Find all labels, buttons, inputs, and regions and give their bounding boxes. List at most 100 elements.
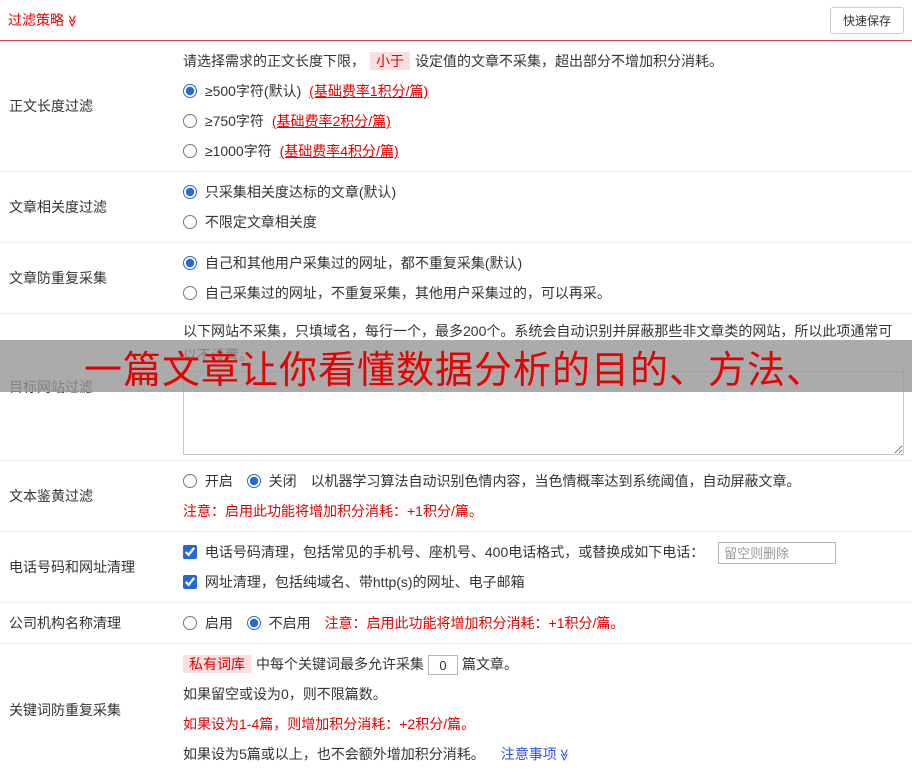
row-relevance-filter: 文章相关度过滤 只采集相关度达标的文章(默认) 不限定文章相关度 [0,172,912,243]
keyword-limit-row: 私有词库中每个关键词最多允许采集 篇文章。 [183,649,906,679]
company-on-radio[interactable] [183,616,197,630]
body-length-option-1000[interactable]: ≥1000字符 (基础费率4积分/篇) [183,143,399,159]
porn-filter-off-radio[interactable] [246,474,261,488]
company-off-radio[interactable] [246,616,261,630]
relevance-unlimited-text: 不限定文章相关度 [204,214,317,230]
body-length-500-text: ≥500字符(默认) [204,83,302,99]
intro-text-post: 设定值的文章不采集，超出部分不增加积分消耗。 [415,53,723,69]
dedup-all-users-text: 自己和其他用户采集过的网址，都不重复采集(默认) [204,255,523,271]
company-label: 公司机构名称清理 [9,615,121,631]
keyword-limit-end: 篇文章。 [462,656,518,672]
body-length-1000-fee: (基础费率4积分/篇) [279,143,399,159]
porn-filter-on-radio[interactable] [183,474,197,488]
chevron-down-icon: ≫ [65,14,80,28]
porn-filter-off-option[interactable]: 关闭 [246,473,301,489]
relevance-label: 文章相关度过滤 [9,199,107,215]
row-phone-url-cleanup: 电话号码和网址清理 电话号码清理，包括常见的手机号、座机号、400电话格式，或替… [0,532,912,603]
row-dedup-filter: 文章防重复采集 自己和其他用户采集过的网址，都不重复采集(默认) 自己采集过的网… [0,243,912,314]
company-on-option[interactable]: 启用 [183,615,237,631]
company-option-row: 启用 不启用 注意：启用此功能将增加积分消耗：+1积分/篇。 [183,608,906,638]
relevance-option-unlimited[interactable]: 不限定文章相关度 [183,214,317,230]
porn-filter-on-text: 开启 [204,473,233,489]
quick-save-button[interactable]: 快速保存 [829,6,904,34]
phone-cleanup-checkbox[interactable] [183,545,197,559]
body-length-content: 请选择需求的正文长度下限， 小于 设定值的文章不采集，超出部分不增加积分消耗。 ≥5… [175,41,912,171]
dedup-content: 自己和其他用户采集过的网址，都不重复采集(默认) 自己采集过的网址，不重复采集，… [175,243,912,313]
url-cleanup-option[interactable]: 网址清理，包括纯域名、带http(s)的网址、电子邮箱 [183,574,525,590]
keyword-note-five-row: 如果设为5篇或以上，也不会额外增加积分消耗。 注意事项≫ [183,739,906,770]
relevance-unlimited-radio[interactable] [183,215,197,229]
phone-cleanup-text: 电话号码清理，包括常见的手机号、座机号、400电话格式，或替换成如下电话： [204,544,705,560]
porn-filter-option-row: 开启 关闭 以机器学习算法自动识别色情内容，当色情概率达到系统阈值，自动屏蔽文章… [183,466,906,496]
less-than-badge: 小于 [370,52,410,70]
dedup-option-row-1: 自己和其他用户采集过的网址，都不重复采集(默认) [183,248,906,278]
phone-url-label: 电话号码和网址清理 [9,559,135,575]
phone-cleanup-option[interactable]: 电话号码清理，包括常见的手机号、座机号、400电话格式，或替换成如下电话： [183,544,708,560]
relevance-default-text: 只采集相关度达标的文章(默认) [204,184,397,200]
relevance-option-default[interactable]: 只采集相关度达标的文章(默认) [183,184,396,200]
porn-filter-label: 文本鉴黄过滤 [9,488,93,504]
company-on-text: 启用 [204,615,233,631]
body-length-option-row-750: ≥750字符 (基础费率2积分/篇) [183,106,906,136]
chevron-down-icon: ≫ [557,748,572,762]
keyword-limit-mid: 中每个关键词最多允许采集 [256,656,424,672]
excluded-sites-textarea[interactable] [183,371,904,455]
body-length-option-row-1000: ≥1000字符 (基础费率4积分/篇) [183,136,906,166]
target-site-content: 以下网站不采集，只填域名，每行一个，最多200个。系统会自动识别并屏蔽那些非文章… [175,314,912,460]
relevance-content: 只采集相关度达标的文章(默认) 不限定文章相关度 [175,172,912,242]
notes-link[interactable]: 注意事项≫ [501,746,571,762]
porn-filter-on-option[interactable]: 开启 [183,473,237,489]
url-cleanup-row: 网址清理，包括纯域名、带http(s)的网址、电子邮箱 [183,567,906,597]
keyword-content: 私有词库中每个关键词最多允许采集 篇文章。 如果留空或设为0，则不限篇数。 如果设… [175,644,912,775]
private-lexicon-badge: 私有词库 [183,655,251,673]
dedup-self-only-text: 自己采集过的网址，不重复采集，其他用户采集过的，可以再采。 [204,285,611,301]
porn-filter-off-text: 关闭 [268,473,297,489]
row-porn-filter: 文本鉴黄过滤 开启 关闭 以机器学习算法自动识别色情内容，当色情概率达到系统阈值… [0,461,912,532]
dedup-option-self-only[interactable]: 自己采集过的网址，不重复采集，其他用户采集过的，可以再采。 [183,285,611,301]
page-title-text: 过滤策略 [8,12,64,28]
url-cleanup-checkbox[interactable] [183,575,197,589]
dedup-self-only-radio[interactable] [183,286,197,300]
porn-filter-desc: 以机器学习算法自动识别色情内容，当色情概率达到系统阈值，自动屏蔽文章。 [310,473,801,489]
dedup-all-users-radio[interactable] [183,256,197,270]
body-length-option-500[interactable]: ≥500字符(默认) (基础费率1积分/篇) [183,83,428,99]
porn-filter-note: 注意：启用此功能将增加积分消耗：+1积分/篇。 [183,503,483,519]
keyword-note-zero: 如果留空或设为0，则不限篇数。 [183,686,387,702]
page-title[interactable]: 过滤策略≫ [8,10,79,30]
url-cleanup-text: 网址清理，包括纯域名、带http(s)的网址、电子邮箱 [204,574,525,590]
body-length-500-radio[interactable] [183,84,197,98]
dedup-option-row-2: 自己采集过的网址，不重复采集，其他用户采集过的，可以再采。 [183,278,906,308]
company-content: 启用 不启用 注意：启用此功能将增加积分消耗：+1积分/篇。 [175,603,912,643]
page-header: 过滤策略≫ 快速保存 [0,0,912,41]
body-length-option-750[interactable]: ≥750字符 (基础费率2积分/篇) [183,113,391,129]
body-length-1000-radio[interactable] [183,144,197,158]
keyword-label: 关键词防重复采集 [9,701,121,718]
relevance-option-row-1: 只采集相关度达标的文章(默认) [183,177,906,207]
company-off-option[interactable]: 不启用 [246,615,315,631]
relevance-option-row-2: 不限定文章相关度 [183,207,906,237]
max-count-input[interactable] [428,655,458,676]
intro-text-pre: 请选择需求的正文长度下限， [183,53,365,69]
row-target-site-filter: 目标网站过滤 以下网站不采集，只填域名，每行一个，最多200个。系统会自动识别并… [0,314,912,461]
dedup-label: 文章防重复采集 [9,270,107,286]
row-company-cleanup: 公司机构名称清理 启用 不启用 注意：启用此功能将增加积分消耗：+1积分/篇。 [0,603,912,644]
body-length-label: 正文长度过滤 [9,98,93,114]
phone-cleanup-row: 电话号码清理，包括常见的手机号、座机号、400电话格式，或替换成如下电话： [183,537,906,567]
filter-strategy-page: 过滤策略≫ 快速保存 正文长度过滤 请选择需求的正文长度下限， 小于 设定值的文章不… [0,0,912,775]
row-keyword-dedup: 关键词防重复采集 私有词库中每个关键词最多允许采集 篇文章。 如果留空或设为0，则… [0,644,912,775]
relevance-default-radio[interactable] [183,185,197,199]
body-length-1000-text: ≥1000字符 [204,143,272,159]
phone-url-content: 电话号码清理，包括常见的手机号、座机号、400电话格式，或替换成如下电话： 网址… [175,532,912,602]
replacement-phone-input[interactable] [718,542,837,565]
keyword-note-five-text: 如果设为5篇或以上，也不会额外增加积分消耗。 [183,746,485,762]
body-length-intro: 请选择需求的正文长度下限， 小于 设定值的文章不采集，超出部分不增加积分消耗。 [183,46,906,76]
keyword-note-cost: 如果设为1-4篇，则增加积分消耗：+2积分/篇。 [183,716,476,732]
company-note: 注意：启用此功能将增加积分消耗：+1积分/篇。 [324,615,625,631]
target-site-label: 目标网站过滤 [9,379,93,395]
body-length-750-radio[interactable] [183,114,197,128]
body-length-option-row-500: ≥500字符(默认) (基础费率1积分/篇) [183,76,906,106]
dedup-option-all-users[interactable]: 自己和其他用户采集过的网址，都不重复采集(默认) [183,255,522,271]
target-site-hint: 以下网站不采集，只填域名，每行一个，最多200个。系统会自动识别并屏蔽那些非文章… [183,323,893,363]
company-off-text: 不启用 [268,615,311,631]
body-length-500-fee: (基础费率1积分/篇) [309,83,429,99]
